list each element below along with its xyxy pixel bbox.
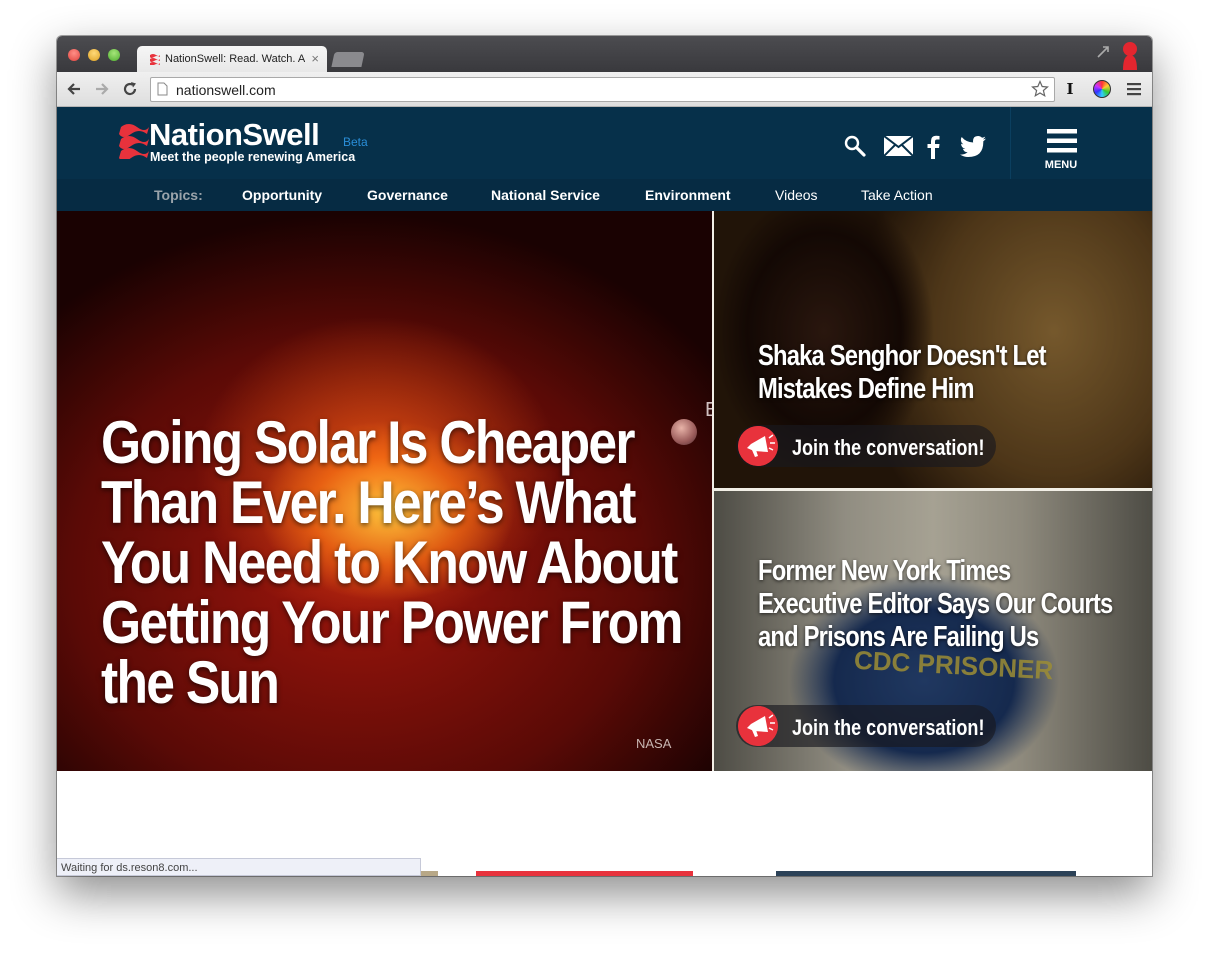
story-card-senghor[interactable]: Shaka Senghor Doesn't Let Mistakes Defin…	[714, 211, 1152, 488]
topics-label: Topics:	[154, 187, 203, 203]
hero-edge-text: E	[705, 399, 712, 421]
back-arrow-icon[interactable]	[65, 80, 83, 98]
address-bar[interactable]: nationswell.com	[150, 77, 1055, 102]
zoom-window-button[interactable]	[108, 49, 120, 61]
search-icon[interactable]	[844, 135, 866, 157]
join-conversation-label: Join the conversation!	[792, 435, 985, 460]
hero-story[interactable]: E Going Solar Is Cheaper Than Ever. Here…	[57, 211, 712, 771]
url-text[interactable]: nationswell.com	[176, 82, 276, 98]
forward-arrow-icon[interactable]	[93, 80, 111, 98]
topic-governance[interactable]: Governance	[367, 187, 448, 203]
topic-opportunity[interactable]: Opportunity	[242, 187, 322, 203]
nationswell-favicon-icon	[150, 54, 160, 65]
site-logo-text[interactable]: NationSwell	[149, 117, 320, 153]
site-header: NationSwell Beta Meet the people renewin…	[57, 107, 1152, 179]
chrome-menu-icon[interactable]	[1127, 82, 1141, 96]
tab-close-icon[interactable]: ×	[311, 51, 319, 66]
tab-nationswell[interactable]: NationSwell: Read. Watch. Act. ×	[137, 46, 327, 72]
hero-title[interactable]: Going Solar Is Cheaper Than Ever. Here’s…	[101, 413, 686, 713]
fullscreen-icon[interactable]	[1096, 45, 1110, 59]
join-conversation-label: Join the conversation!	[792, 715, 985, 740]
profile-avatar-icon[interactable]	[1120, 40, 1140, 70]
beta-label: Beta	[343, 135, 368, 149]
topic-national-service[interactable]: National Service	[491, 187, 600, 203]
megaphone-icon	[738, 426, 778, 466]
twitter-icon[interactable]	[960, 136, 986, 157]
status-bar: Waiting for ds.reson8.com...	[57, 858, 421, 876]
menu-label: MENU	[1044, 159, 1078, 171]
browser-window: NationSwell: Read. Watch. Act. × nations…	[57, 36, 1152, 876]
megaphone-icon	[738, 706, 778, 746]
topics-nav: Topics: Opportunity Governance National …	[57, 179, 1152, 211]
tab-strip: NationSwell: Read. Watch. Act. ×	[57, 36, 1152, 72]
article-thumbnail[interactable]	[476, 871, 693, 876]
tab-title: NationSwell: Read. Watch. Act.	[165, 53, 305, 65]
instapaper-extension-icon[interactable]: I	[1060, 79, 1080, 99]
story-title[interactable]: Shaka Senghor Doesn't Let Mistakes Defin…	[758, 340, 1119, 406]
story-title[interactable]: Former New York Times Executive Editor S…	[758, 555, 1119, 654]
reload-icon[interactable]	[121, 80, 139, 98]
topic-take-action[interactable]: Take Action	[861, 187, 933, 203]
close-window-button[interactable]	[68, 49, 80, 61]
page-icon	[157, 82, 168, 96]
browser-toolbar: nationswell.com I	[57, 72, 1152, 107]
facebook-icon[interactable]	[926, 134, 940, 159]
join-conversation-button[interactable]: Join the conversation!	[736, 705, 996, 747]
nationswell-logo-icon[interactable]	[119, 121, 149, 159]
minimize-window-button[interactable]	[88, 49, 100, 61]
topic-videos[interactable]: Videos	[775, 187, 818, 203]
site-tagline: Meet the people renewing America	[150, 150, 356, 164]
hero-photo-credit: NASA	[636, 736, 672, 751]
color-picker-extension-icon[interactable]	[1093, 80, 1111, 98]
story-card-prisons[interactable]: CDC PRISONER Former New York Times Execu…	[714, 491, 1152, 771]
email-icon[interactable]	[884, 136, 913, 156]
bookmark-star-icon[interactable]	[1031, 80, 1049, 98]
new-tab-button[interactable]	[331, 52, 365, 67]
topic-environment[interactable]: Environment	[645, 187, 731, 203]
join-conversation-button[interactable]: Join the conversation!	[736, 425, 996, 467]
hamburger-menu-icon	[1047, 129, 1077, 153]
article-thumbnail[interactable]	[776, 871, 1076, 876]
menu-button[interactable]: MENU	[1010, 107, 1152, 179]
